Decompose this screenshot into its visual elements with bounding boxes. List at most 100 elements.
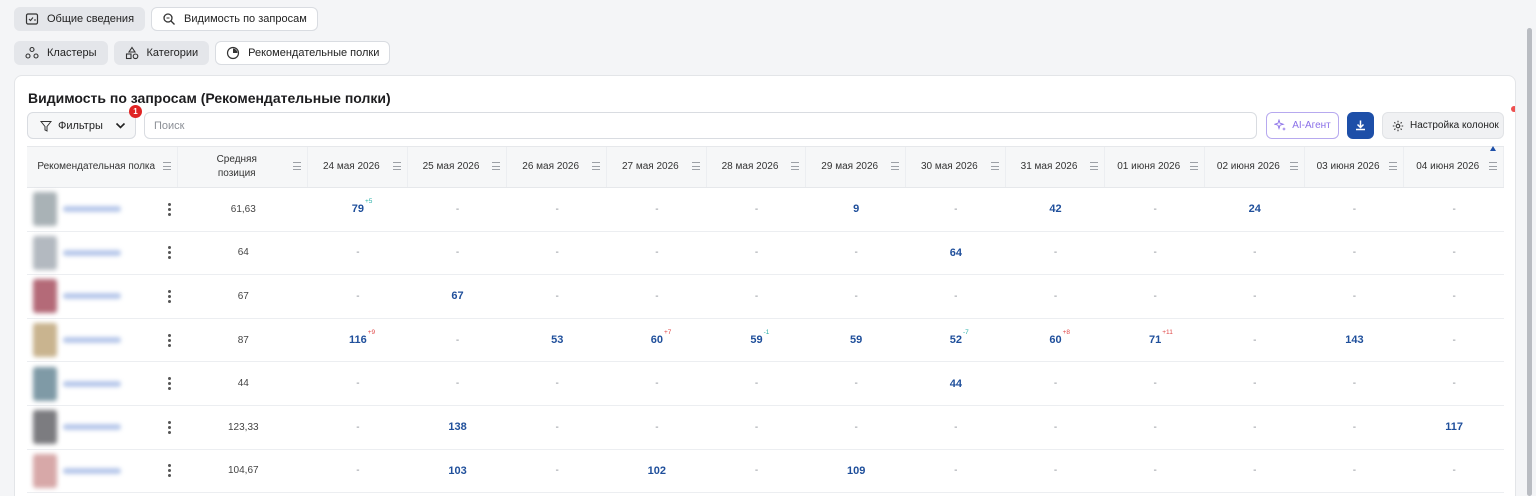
- search-input[interactable]: [144, 112, 1257, 139]
- header-shelf[interactable]: Рекомендательная полка: [27, 147, 179, 187]
- header-date[interactable]: 03 июня 2026: [1305, 147, 1405, 187]
- scrollbar-thumb[interactable]: [1527, 28, 1532, 496]
- filters-button[interactable]: Фильтры: [27, 112, 136, 139]
- tab-clusters[interactable]: Кластеры: [14, 41, 108, 65]
- column-menu-icon[interactable]: [293, 162, 301, 170]
- header-date[interactable]: 04 июня 2026: [1404, 147, 1505, 187]
- row-menu-icon[interactable]: [161, 289, 179, 303]
- position-value[interactable]: 109: [847, 465, 865, 477]
- column-menu-icon[interactable]: [1389, 162, 1398, 170]
- position-value[interactable]: 67: [451, 290, 463, 302]
- row-menu-icon[interactable]: [161, 420, 179, 434]
- table-row[interactable]: 123,33 - 138 - - - - - - - - - 117: [27, 406, 1504, 450]
- position-value[interactable]: 103: [448, 465, 466, 477]
- tab-categories[interactable]: Категории: [113, 41, 210, 65]
- header-date[interactable]: 31 мая 2026: [1006, 147, 1106, 187]
- header-date[interactable]: 01 июня 2026: [1105, 147, 1206, 187]
- row-menu-icon[interactable]: [161, 464, 179, 478]
- tab-query-visibility[interactable]: Видимость по запросам: [151, 7, 318, 31]
- empty-value: -: [754, 203, 759, 215]
- position-value[interactable]: 9: [853, 203, 859, 215]
- shelf-link[interactable]: [63, 467, 121, 474]
- ai-agent-button[interactable]: AI-Агент: [1266, 112, 1339, 139]
- table-row[interactable]: 61,63 79 +5 - - - - 9 - 42 - 24 - -: [27, 188, 1504, 232]
- shelf-link[interactable]: [63, 380, 121, 387]
- header-date[interactable]: 02 июня 2026: [1205, 147, 1305, 187]
- shelf-link[interactable]: [63, 206, 121, 213]
- column-menu-icon[interactable]: [1289, 162, 1298, 170]
- vertical-scrollbar[interactable]: [1527, 28, 1532, 496]
- product-thumbnail[interactable]: [33, 410, 57, 445]
- table-row[interactable]: 104,67 - 103 - 102 - 109 - - - - - -: [27, 450, 1504, 494]
- table-row[interactable]: 67 - 67 - - - - - - - - - -: [27, 275, 1504, 319]
- position-value[interactable]: 116 +9: [349, 329, 375, 346]
- column-menu-icon[interactable]: [1489, 162, 1498, 170]
- column-menu-icon[interactable]: [1190, 162, 1199, 170]
- position-value[interactable]: 44: [950, 378, 962, 390]
- position-value[interactable]: 143: [1345, 334, 1363, 346]
- table-row[interactable]: 87 116 +9-53 60 +7 59 -1 59 52 -7 60 +8 71 +11-143-: [27, 319, 1504, 363]
- column-menu-icon[interactable]: [791, 162, 800, 170]
- table-row[interactable]: 64 - - - - - - 64 - - - - -: [27, 232, 1504, 276]
- shelf-link[interactable]: [63, 293, 121, 300]
- column-menu-icon[interactable]: [691, 162, 700, 170]
- row-menu-icon[interactable]: [161, 246, 179, 260]
- header-date[interactable]: 27 мая 2026: [607, 147, 707, 187]
- product-thumbnail[interactable]: [33, 279, 57, 314]
- header-date[interactable]: 25 мая 2026: [408, 147, 508, 187]
- scroll-up-icon[interactable]: [1490, 146, 1496, 151]
- shelf-link[interactable]: [63, 337, 121, 344]
- gear-icon: [1392, 120, 1404, 131]
- product-thumbnail[interactable]: [33, 366, 57, 401]
- tab-overview[interactable]: Общие сведения: [14, 7, 146, 31]
- row-menu-icon[interactable]: [161, 333, 179, 347]
- position-value[interactable]: 59 -1: [750, 329, 769, 346]
- shelf-link[interactable]: [63, 424, 121, 431]
- header-date[interactable]: 24 мая 2026: [308, 147, 408, 187]
- position-value[interactable]: 60 +8: [1049, 329, 1070, 346]
- column-menu-icon[interactable]: [1090, 162, 1099, 170]
- column-menu-icon[interactable]: [592, 162, 601, 170]
- position-value[interactable]: 42: [1049, 203, 1061, 215]
- row-menu-icon[interactable]: [161, 202, 179, 216]
- position-value[interactable]: 117: [1445, 421, 1463, 433]
- position-cell: -: [1105, 232, 1205, 275]
- avg-position-cell: 67: [237, 290, 249, 302]
- position-value[interactable]: 79 +5: [352, 198, 373, 215]
- position-value[interactable]: 102: [648, 465, 666, 477]
- column-menu-icon[interactable]: [990, 162, 999, 170]
- position-number: 71: [1149, 334, 1162, 347]
- column-menu-icon[interactable]: [891, 162, 900, 170]
- row-menu-icon[interactable]: [161, 377, 179, 391]
- product-thumbnail[interactable]: [33, 192, 57, 227]
- tab-recommendation-shelves[interactable]: Рекомендательные полки: [215, 41, 391, 65]
- header-date[interactable]: 26 мая 2026: [507, 147, 608, 187]
- product-thumbnail[interactable]: [33, 453, 57, 488]
- position-cell: -: [607, 232, 707, 275]
- position-value[interactable]: 24: [1249, 203, 1261, 215]
- position-cell: -: [507, 275, 607, 318]
- position-value[interactable]: 52 -7: [950, 329, 969, 346]
- product-thumbnail[interactable]: [33, 235, 57, 270]
- table-row[interactable]: 44 - - - - - - 44 - - - - -: [27, 362, 1504, 406]
- position-cell: -: [607, 362, 707, 405]
- position-value[interactable]: 138: [448, 421, 466, 433]
- position-value[interactable]: 53: [551, 334, 563, 346]
- position-value[interactable]: 60 +7: [651, 329, 672, 346]
- download-button[interactable]: [1347, 112, 1374, 139]
- header-date[interactable]: 28 мая 2026: [707, 147, 807, 187]
- position-value[interactable]: 64: [950, 247, 962, 259]
- product-thumbnail[interactable]: [33, 323, 57, 358]
- position-value[interactable]: 59: [850, 334, 862, 346]
- column-menu-icon[interactable]: [392, 162, 401, 170]
- column-settings-button[interactable]: Настройка колонок: [1382, 112, 1504, 139]
- shelf-link[interactable]: [63, 249, 121, 256]
- header-date[interactable]: 29 мая 2026: [806, 147, 907, 187]
- position-cell: -: [1404, 362, 1504, 405]
- header-date[interactable]: 30 мая 2026: [906, 147, 1006, 187]
- column-menu-icon[interactable]: [492, 162, 501, 170]
- position-value[interactable]: 71 +11: [1149, 329, 1173, 347]
- header-avg-position[interactable]: Средняя позиция: [178, 147, 308, 187]
- column-menu-icon[interactable]: [163, 162, 172, 170]
- position-cell: -: [1205, 275, 1305, 318]
